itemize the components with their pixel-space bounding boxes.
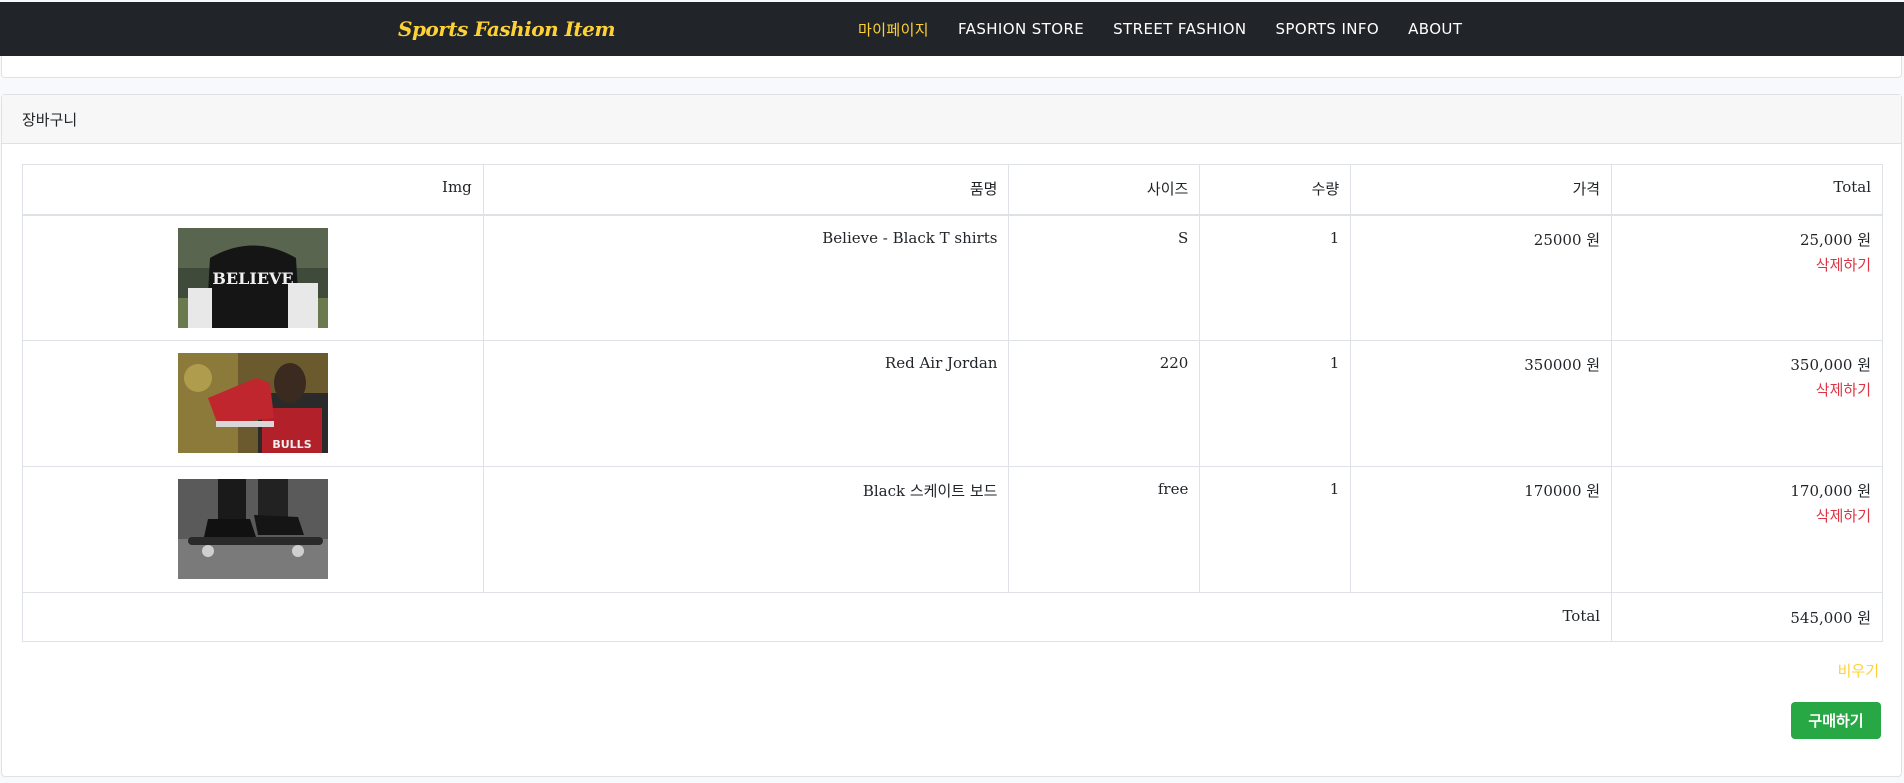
header-name: 품명: [482, 164, 1010, 216]
top-navbar: Sports Fashion Item 마이페이지 FASHION STORE …: [0, 2, 1904, 56]
item-size: 220: [1008, 340, 1201, 467]
item-qty: 1: [1199, 214, 1352, 341]
item-total: 25,000 원: [1799, 230, 1871, 249]
header-total: Total: [1611, 164, 1883, 216]
item-total-cell: 350,000 원 삭제하기: [1611, 340, 1883, 467]
total-value: 545,000 원: [1611, 592, 1883, 642]
nav-menu: 마이페이지 FASHION STORE STREET FASHION SPORT…: [858, 2, 1491, 56]
sneaker-image: BULLS: [177, 353, 328, 453]
cart-table: Img 품명 사이즈 수량 가격 Total BELIEVE Believe -…: [21, 164, 1883, 642]
total-label: Total: [21, 592, 1613, 642]
item-qty: 1: [1199, 340, 1352, 467]
item-total-cell: 25,000 원 삭제하기: [1611, 214, 1883, 341]
item-name: Believe - Black T shirts: [482, 214, 1010, 341]
header-price: 가격: [1350, 164, 1613, 216]
brand-logo[interactable]: Sports Fashion Item: [398, 17, 616, 41]
table-header-row: Img 품명 사이즈 수량 가격 Total: [22, 164, 1883, 216]
skateboard-image: [177, 479, 328, 579]
item-total: 170,000 원: [1790, 482, 1871, 500]
item-name: Black 스케이트 보드: [482, 466, 1010, 593]
cart-card: 장바구니 Img 품명 사이즈 수량 가격 Total BELIEVE Beli…: [1, 94, 1902, 777]
item-name: Red Air Jordan: [482, 340, 1010, 467]
nav-link-mypage[interactable]: 마이페이지: [858, 19, 929, 40]
item-size: S: [1008, 214, 1201, 341]
purchase-button[interactable]: 구매하기: [1791, 702, 1881, 739]
svg-text:BELIEVE: BELIEVE: [212, 269, 293, 288]
top-card: [1, 56, 1902, 78]
item-qty: 1: [1199, 466, 1352, 593]
clear-cart-link[interactable]: 비우기: [1838, 660, 1879, 681]
cart-title: 장바구니: [2, 95, 1901, 144]
total-row: Total 545,000 원: [21, 592, 1883, 642]
header-img: Img: [22, 164, 484, 216]
item-size: free: [1008, 466, 1201, 593]
nav-link-fashion-store[interactable]: FASHION STORE: [958, 20, 1084, 38]
tshirt-image: BELIEVE: [177, 227, 328, 328]
delete-link[interactable]: 삭제하기: [1623, 379, 1871, 400]
delete-link[interactable]: 삭제하기: [1623, 254, 1871, 275]
nav-link-sports-info[interactable]: SPORTS INFO: [1276, 20, 1380, 38]
svg-text:BULLS: BULLS: [272, 438, 311, 451]
item-image-cell: [22, 466, 484, 593]
item-total: 350,000 원: [1790, 356, 1871, 374]
item-price: 25000 원: [1350, 214, 1613, 341]
nav-link-about[interactable]: ABOUT: [1408, 20, 1462, 38]
table-row: BULLS Red Air Jordan 220 1 350000 원 350,…: [22, 340, 1883, 467]
delete-link[interactable]: 삭제하기: [1623, 505, 1871, 526]
nav-link-street-fashion[interactable]: STREET FASHION: [1113, 20, 1246, 38]
item-price: 170000 원: [1350, 466, 1613, 593]
table-row: BELIEVE Believe - Black T shirts S 1 250…: [22, 214, 1883, 341]
item-image-cell: BELIEVE: [22, 214, 484, 341]
header-qty: 수량: [1199, 164, 1352, 216]
item-price: 350000 원: [1350, 340, 1613, 467]
header-size: 사이즈: [1008, 164, 1201, 216]
table-row: Black 스케이트 보드 free 1 170000 원 170,000 원 …: [22, 466, 1883, 593]
item-total-cell: 170,000 원 삭제하기: [1611, 466, 1883, 593]
item-image-cell: BULLS: [22, 340, 484, 467]
